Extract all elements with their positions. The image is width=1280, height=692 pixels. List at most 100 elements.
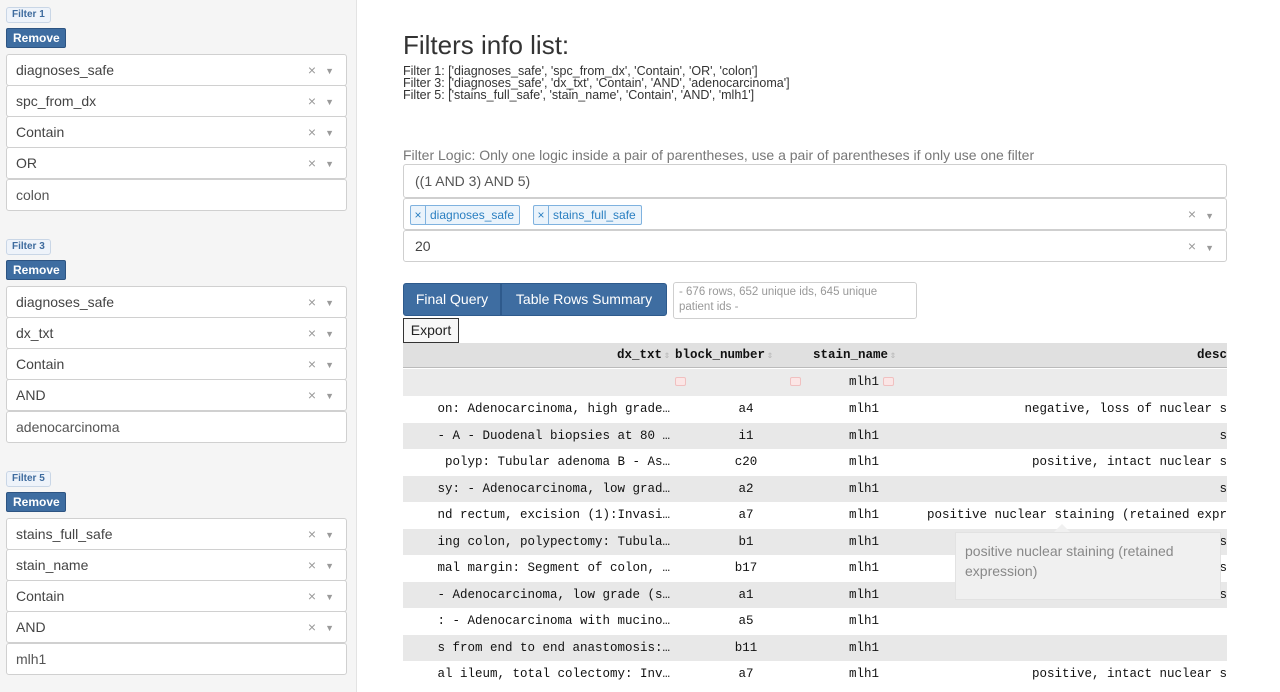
remove-filter-button[interactable]: Remove [6, 28, 66, 48]
column-filter-input[interactable] [790, 369, 802, 396]
clear-icon[interactable]: × [308, 62, 316, 78]
caret-down-icon[interactable]: ▼ [325, 128, 334, 138]
table-row[interactable]: al ileum, total colectomy: Inv… a7 mlh1 pos… [403, 661, 1227, 687]
logic-select[interactable]: OR × ▼ [6, 147, 347, 179]
table-cell: i1 [738, 428, 754, 443]
caret-down-icon[interactable]: ▼ [325, 592, 334, 602]
table-cell: mlh1 [849, 455, 880, 469]
column-select[interactable]: dx_txt × ▼ [6, 317, 347, 349]
logic-select[interactable]: AND × ▼ [6, 611, 347, 643]
remove-filter-button[interactable]: Remove [6, 260, 66, 280]
remove-filter-button[interactable]: Remove [6, 492, 66, 512]
clear-icon[interactable]: × [1188, 238, 1196, 254]
clear-icon[interactable]: × [308, 124, 316, 140]
caret-down-icon[interactable]: ▼ [325, 97, 334, 107]
table-rows-summary-button[interactable]: Table Rows Summary [501, 283, 667, 316]
select-value: spc_from_dx [16, 93, 97, 109]
filter-tag: Filter 5 [6, 471, 51, 487]
sort-icon[interactable]: ⇕ [664, 351, 670, 362]
tables-multiselect[interactable]: × diagnoses_safe × stains_full_safe × ▼ [403, 198, 1227, 230]
remove-chip-icon[interactable]: × [534, 206, 549, 224]
table-row[interactable]: polyp: Tubular adenoma B - As… c20 mlh1 pos… [403, 449, 1227, 475]
export-button[interactable]: Export [403, 318, 459, 343]
results-table: dx_txt ⇕ block_number ⇕ stain_name ⇕ desc m… [403, 343, 1227, 692]
clear-icon[interactable]: × [308, 93, 316, 109]
operator-select[interactable]: Contain × ▼ [6, 116, 347, 148]
operator-select[interactable]: Contain × ▼ [6, 348, 347, 380]
table-row[interactable]: sy: - Adenocarcinoma, low grad… a2 mlh1 s [403, 475, 1227, 502]
table-cell: mlh1 [849, 534, 880, 549]
rows-limit-select[interactable]: 20 × ▼ [403, 230, 1227, 262]
filter-logic-input[interactable]: ((1 AND 3) AND 5) [403, 164, 1227, 198]
clear-icon[interactable]: × [308, 356, 316, 372]
table-row[interactable]: - A - Duodenal biopsies at 80 … i1 mlh1 s [403, 422, 1227, 449]
caret-down-icon[interactable]: ▼ [1205, 243, 1214, 253]
filter-value-input[interactable]: colon [6, 179, 347, 211]
caret-down-icon[interactable]: ▼ [325, 159, 334, 169]
filter-tag: Filter 3 [6, 239, 51, 255]
clear-icon[interactable]: × [308, 294, 316, 310]
column-header[interactable]: dx_txt ⇕ [403, 343, 672, 369]
clear-icon[interactable]: × [308, 619, 316, 635]
column-filter-input[interactable] [675, 369, 687, 396]
table-row[interactable]: nd rectum, excision (1):Invasi… a7 mlh1 pos… [403, 502, 1227, 528]
clear-icon[interactable]: × [1188, 206, 1196, 222]
filter-block-1: Filter 1 Remove diagnoses_safe × ▼ spc_fro… [6, 4, 347, 211]
column-select[interactable]: spc_from_dx × ▼ [6, 85, 347, 117]
filter-value-input[interactable]: mlh1 [6, 643, 347, 675]
caret-down-icon[interactable]: ▼ [325, 298, 334, 308]
table-cell: mlh1 [849, 481, 880, 496]
table-chip[interactable]: × stains_full_safe [533, 205, 642, 225]
column-filter-input[interactable]: mlh1 [849, 369, 909, 396]
filters-sidebar: Filter 1 Remove diagnoses_safe × ▼ spc_fro… [0, 0, 357, 692]
final-query-button[interactable]: Final Query [403, 283, 501, 316]
table-cell: mlh1 [849, 561, 880, 575]
remove-chip-icon[interactable]: × [411, 206, 426, 224]
table-row[interactable]: s from end to end anastomosis:… b11 mlh1 [403, 634, 1227, 661]
column-filter-row: mlh1 [403, 369, 1227, 396]
clear-icon[interactable]: × [308, 588, 316, 604]
clear-icon[interactable]: × [308, 155, 316, 171]
query-status-text: - 676 rows, 652 unique ids, 645 unique p… [673, 282, 917, 319]
table-header-row: dx_txt ⇕ block_number ⇕ stain_name ⇕ desc [403, 343, 1227, 368]
table-cell: s [1219, 428, 1227, 443]
caret-down-icon[interactable]: ▼ [325, 66, 334, 76]
table-row[interactable]: : - Adenocarcinoma with mucino… a5 mlh1 [403, 608, 1227, 634]
table-cell: b11 [734, 640, 758, 655]
table-chip[interactable]: × diagnoses_safe [410, 205, 521, 225]
sort-icon[interactable]: ⇕ [767, 351, 773, 362]
caret-down-icon[interactable]: ▼ [325, 623, 334, 633]
table-cell: mlh1 [849, 428, 880, 443]
caret-down-icon[interactable]: ▼ [325, 530, 334, 540]
caret-down-icon[interactable]: ▼ [325, 329, 334, 339]
filter-value-input[interactable]: adenocarcinoma [6, 411, 347, 443]
select-value: Contain [16, 124, 65, 140]
caret-down-icon[interactable]: ▼ [325, 561, 334, 571]
column-header[interactable]: desc [886, 343, 1227, 368]
column-select[interactable]: stain_name × ▼ [6, 549, 347, 581]
table-row[interactable]: on: Adenocarcinoma, high grade… a4 mlh1 neg… [403, 396, 1227, 422]
column-header[interactable]: block_number ⇕ [675, 343, 815, 369]
table-cell: a5 [738, 614, 754, 628]
column-header-label: block_number [675, 348, 766, 362]
select-value: AND [16, 619, 46, 635]
caret-down-icon[interactable]: ▼ [325, 360, 334, 370]
table-select[interactable]: diagnoses_safe × ▼ [6, 286, 347, 318]
select-value: diagnoses_safe [16, 62, 115, 78]
table-select[interactable]: diagnoses_safe × ▼ [6, 54, 347, 86]
filters-info-list: Filter 1: ['diagnoses_safe', 'spc_from_d… [403, 65, 790, 102]
clear-icon[interactable]: × [308, 387, 316, 403]
table-cell: a4 [738, 402, 754, 416]
table-cell: nd rectum, excision (1):Invasi… [437, 508, 670, 522]
caret-down-icon[interactable]: ▼ [1205, 211, 1214, 221]
clear-icon[interactable]: × [308, 557, 316, 573]
table-cell: positive, intact nuclear s [1031, 667, 1227, 681]
clear-icon[interactable]: × [308, 526, 316, 542]
caret-down-icon[interactable]: ▼ [325, 391, 334, 401]
clear-icon[interactable]: × [308, 325, 316, 341]
operator-select[interactable]: Contain × ▼ [6, 580, 347, 612]
table-select[interactable]: stains_full_safe × ▼ [6, 518, 347, 550]
logic-select[interactable]: AND × ▼ [6, 379, 347, 411]
table-cell: ing colon, polypectomy: Tubula… [437, 534, 670, 549]
table-cell: mlh1 [849, 508, 880, 522]
